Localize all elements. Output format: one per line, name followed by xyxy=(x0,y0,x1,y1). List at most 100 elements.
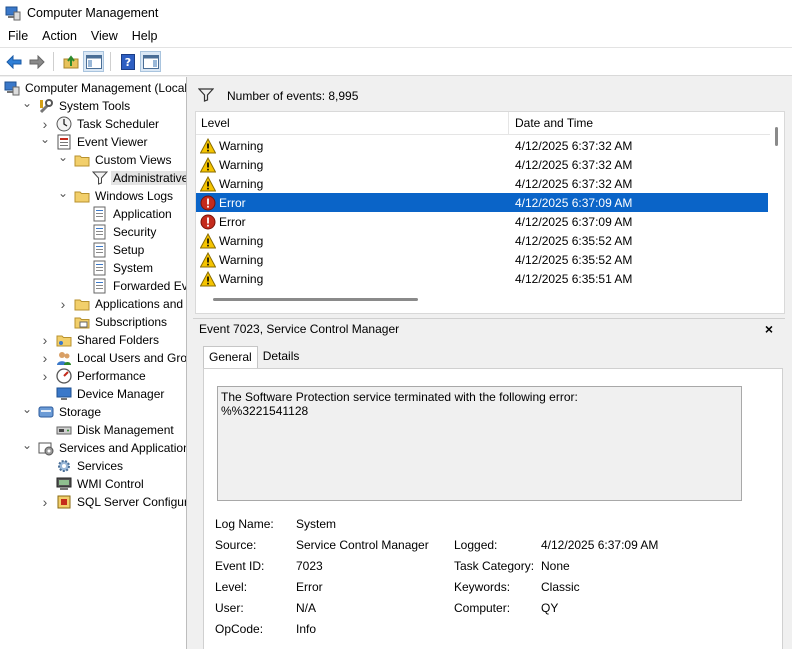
disk-icon xyxy=(56,422,72,438)
show-hide-action-pane-button[interactable] xyxy=(140,51,161,72)
folder-icon xyxy=(74,152,90,168)
tree-item-label: Administrative E xyxy=(111,171,186,185)
scroll-thumb[interactable] xyxy=(213,298,418,301)
tree-item[interactable]: Subscriptions xyxy=(58,313,167,331)
event-row[interactable]: Warning 4/12/2025 6:37:32 AM xyxy=(196,174,768,193)
event-row[interactable]: Error 4/12/2025 6:37:09 AM xyxy=(196,193,768,212)
tree-item[interactable]: › Shared Folders xyxy=(40,331,159,349)
close-icon[interactable]: × xyxy=(765,319,773,339)
chevron-down-icon[interactable]: ⌄ xyxy=(58,150,68,164)
chevron-down-icon[interactable]: ⌄ xyxy=(40,132,50,146)
event-row[interactable]: Warning 4/12/2025 6:35:52 AM xyxy=(196,250,768,269)
chevron-down-icon[interactable]: ⌄ xyxy=(58,186,68,200)
action-pane-icon xyxy=(142,54,159,69)
tree-item[interactable]: Setup xyxy=(76,241,144,259)
tree-item[interactable]: ⌄ Custom Views xyxy=(58,150,172,169)
log-icon xyxy=(92,206,108,222)
event-date-cell: 4/12/2025 6:35:51 AM xyxy=(515,271,633,286)
scroll-thumb[interactable] xyxy=(775,127,778,146)
event-row[interactable]: Warning 4/12/2025 6:35:52 AM xyxy=(196,231,768,250)
log-name-value: System xyxy=(296,517,337,531)
keywords-value: Classic xyxy=(541,580,580,594)
tree-item-label: Task Scheduler xyxy=(77,117,160,131)
chevron-right-icon[interactable]: › xyxy=(40,350,50,366)
event-viewer-icon xyxy=(56,134,72,150)
detail-tabs: General Details xyxy=(203,346,304,368)
event-row[interactable]: Warning 4/12/2025 6:35:51 AM xyxy=(196,269,768,288)
menu-file[interactable]: File xyxy=(0,25,35,47)
tree-item[interactable]: Device Manager xyxy=(40,385,164,403)
back-button[interactable] xyxy=(3,51,24,72)
tree-item[interactable]: ⌄ System Tools xyxy=(22,96,130,115)
chevron-down-icon[interactable]: ⌄ xyxy=(22,402,32,416)
tree-item[interactable]: Forwarded Event xyxy=(76,277,186,295)
computer-value: QY xyxy=(541,601,559,615)
tree-item[interactable]: › Local Users and Groups xyxy=(40,349,187,367)
computer-label: Computer: xyxy=(454,601,511,615)
horizontal-scrollbar[interactable] xyxy=(196,294,770,313)
tree-item[interactable]: ⌄ Services and Applications xyxy=(22,438,186,457)
column-header-date[interactable]: Date and Time xyxy=(510,112,770,135)
chevron-right-icon[interactable]: › xyxy=(40,332,50,348)
tree-item[interactable]: WMI Control xyxy=(40,475,144,493)
up-level-button[interactable] xyxy=(60,51,81,72)
event-level-text: Warning xyxy=(219,271,264,286)
tree-item-label: Local Users and Groups xyxy=(77,351,187,365)
chevron-right-icon[interactable]: › xyxy=(40,494,50,510)
tree-item-label: Applications and Se xyxy=(95,297,186,311)
tree-item[interactable]: Security xyxy=(76,223,156,241)
event-level-text: Warning xyxy=(219,157,264,172)
tree-item-label: Performance xyxy=(77,369,146,383)
events-grid: Level Date and Time Warning 4/12/2025 6:3… xyxy=(195,111,785,314)
tree-item[interactable]: › SQL Server Configurati xyxy=(40,493,187,511)
chevron-right-icon[interactable]: › xyxy=(40,368,50,384)
tree-item[interactable]: Administrative E xyxy=(76,169,186,187)
event-date-cell: 4/12/2025 6:37:09 AM xyxy=(515,195,633,210)
menu-view[interactable]: View xyxy=(84,25,125,47)
event-description[interactable]: The Software Protection service terminat… xyxy=(217,386,742,501)
tree-item[interactable]: › Applications and Se xyxy=(58,295,186,313)
tree-item[interactable]: Disk Management xyxy=(40,421,174,439)
column-header-level[interactable]: Level xyxy=(196,112,509,135)
tree-item[interactable]: ⌄ Windows Logs xyxy=(58,186,173,205)
tab-general[interactable]: General xyxy=(203,346,258,368)
warning-icon xyxy=(199,137,217,154)
tree-item[interactable]: Services xyxy=(40,457,123,475)
chevron-right-icon[interactable]: › xyxy=(58,296,68,312)
tree-item[interactable]: Application xyxy=(76,205,172,223)
event-level-cell: Warning xyxy=(196,270,509,287)
vertical-scrollbar[interactable] xyxy=(770,112,784,292)
folder-icon xyxy=(74,296,90,312)
help-button[interactable]: ? xyxy=(117,51,138,72)
show-hide-console-tree-button[interactable] xyxy=(83,51,104,72)
pane-splitter[interactable] xyxy=(187,77,192,649)
tree-item-label: SQL Server Configurati xyxy=(77,495,187,509)
tree-item[interactable]: Computer Management (Local xyxy=(4,79,186,97)
forward-button[interactable] xyxy=(26,51,47,72)
menu-bar: File Action View Help xyxy=(0,25,792,47)
forward-arrow-icon xyxy=(29,54,45,69)
chevron-down-icon[interactable]: ⌄ xyxy=(22,96,32,110)
tab-details[interactable]: Details xyxy=(258,346,305,368)
menu-action[interactable]: Action xyxy=(35,25,84,47)
event-row[interactable]: Warning 4/12/2025 6:37:32 AM xyxy=(196,136,768,155)
chevron-down-icon[interactable]: ⌄ xyxy=(22,438,32,452)
warning-icon xyxy=(199,251,217,268)
tree-item-label: Application xyxy=(113,207,172,221)
event-row[interactable]: Error 4/12/2025 6:37:09 AM xyxy=(196,212,768,231)
chevron-right-icon[interactable]: › xyxy=(40,116,50,132)
tree-item[interactable]: ⌄ Storage xyxy=(22,402,101,421)
event-level-cell: Warning xyxy=(196,175,509,192)
user-value: N/A xyxy=(296,601,317,615)
tree-item[interactable]: ⌄ Event Viewer xyxy=(40,132,147,151)
event-row[interactable]: Warning 4/12/2025 6:37:32 AM xyxy=(196,155,768,174)
tree-item[interactable]: › Performance xyxy=(40,367,146,385)
menu-help[interactable]: Help xyxy=(125,25,165,47)
grid-header: Level Date and Time xyxy=(196,112,770,135)
tree-item[interactable]: › Task Scheduler xyxy=(40,115,159,133)
log-icon xyxy=(92,242,108,258)
tree-item[interactable]: System xyxy=(76,259,153,277)
